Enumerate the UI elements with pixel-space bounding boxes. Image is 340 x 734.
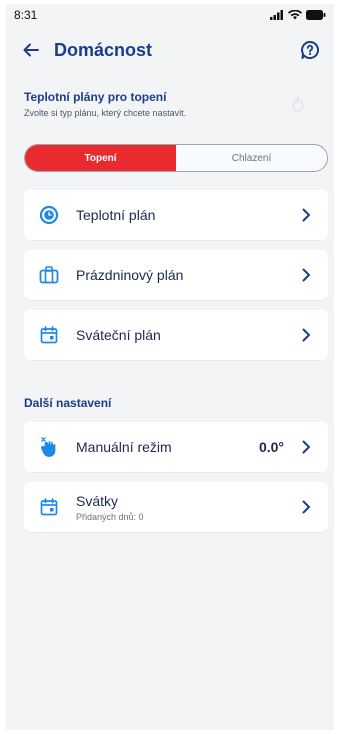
signal-icon — [270, 10, 283, 20]
status-time: 8:31 — [14, 8, 38, 22]
clock-icon — [38, 204, 60, 226]
page-title: Domácnost — [54, 39, 153, 60]
holidays-count: Přidaných dnů: 0 — [76, 511, 144, 522]
manual-mode-label: Manuální režim — [76, 439, 172, 455]
phone-screen: 8:31 Domácnost Teplotní plány pro topení… — [6, 4, 334, 730]
holidays-text: Svátky Přidaných dnů: 0 — [76, 493, 298, 522]
chevron-right-icon — [298, 328, 314, 342]
holidays-label: Svátky — [76, 492, 119, 509]
luggage-icon — [38, 264, 60, 286]
hand-icon — [38, 436, 60, 458]
more-settings-title: Další nastavení — [24, 396, 112, 410]
temperature-plan-item[interactable]: Teplotní plán — [24, 190, 328, 240]
tab-heating[interactable]: Topení — [25, 145, 176, 171]
heating-cooling-toggle: Topení Chlazení — [24, 144, 328, 172]
chevron-right-icon — [298, 208, 314, 222]
chevron-right-icon — [298, 268, 314, 282]
back-arrow-icon[interactable] — [20, 39, 42, 61]
wifi-icon — [288, 10, 302, 20]
status-icons — [270, 10, 326, 20]
battery-icon — [306, 10, 326, 20]
calendar-icon — [38, 324, 60, 346]
tab-cooling[interactable]: Chlazení — [176, 145, 327, 171]
holiday-plan-label: Prázdninový plán — [76, 267, 184, 283]
chevron-right-icon — [298, 440, 314, 454]
holidays-item[interactable]: Svátky Přidaných dnů: 0 — [24, 482, 328, 532]
manual-mode-item[interactable]: Manuální režim 0.0° — [24, 422, 328, 472]
plans-section-header: Teplotní plány pro topení Zvolte si typ … — [6, 90, 334, 118]
festive-plan-item[interactable]: Sváteční plán — [24, 310, 328, 360]
plans-title: Teplotní plány pro topení — [24, 90, 167, 104]
status-bar: 8:31 — [6, 4, 334, 26]
flame-icon — [292, 95, 304, 117]
festive-plan-label: Sváteční plán — [76, 327, 161, 343]
calendar-icon — [38, 496, 60, 518]
holiday-plan-item[interactable]: Prázdninový plán — [24, 250, 328, 300]
plans-subtitle: Zvolte si typ plánu, který chcete nastav… — [24, 108, 187, 118]
chevron-right-icon — [298, 500, 314, 514]
manual-mode-value: 0.0° — [258, 439, 284, 455]
app-header: Domácnost — [6, 26, 334, 74]
temperature-plan-label: Teplotní plán — [76, 207, 156, 223]
help-icon[interactable] — [298, 38, 322, 62]
